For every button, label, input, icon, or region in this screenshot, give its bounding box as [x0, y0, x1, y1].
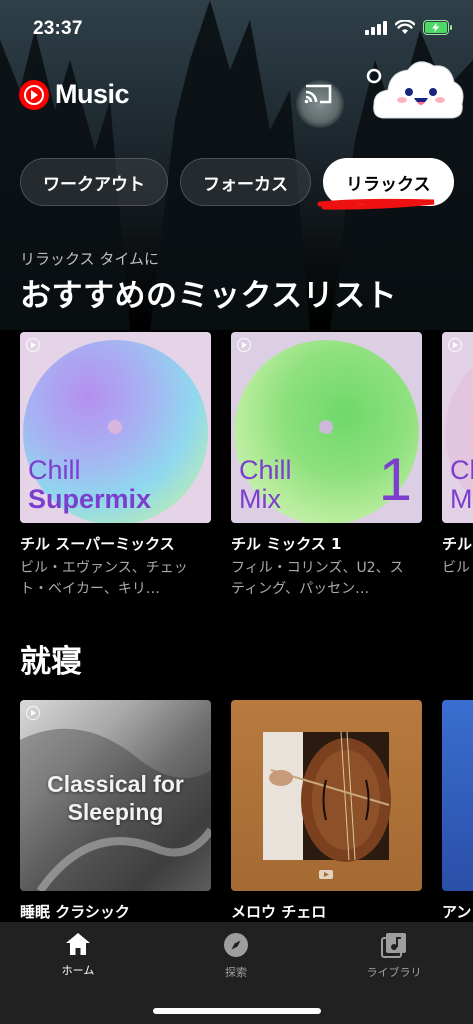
playlist-artwork: [442, 700, 473, 891]
wifi-icon: [395, 20, 415, 34]
mix-card[interactable]: Chill Mix 1 チル ミックス 1 フィル・コリンズ、U2、スティング、…: [231, 332, 422, 600]
chip-focus[interactable]: フォーカス: [180, 158, 311, 206]
chip-workout[interactable]: ワークアウト: [20, 158, 168, 206]
app-header: Music: [0, 61, 473, 130]
art-number: 1: [378, 446, 412, 513]
mix-artwork: Chill Mix 1: [231, 332, 422, 523]
nav-home[interactable]: ホーム: [18, 932, 138, 978]
mix-card[interactable]: Ch M チル ビル シカ: [442, 332, 473, 600]
art-line2: Mix: [239, 484, 281, 514]
mix-badge-icon: [448, 338, 462, 352]
playlist-artwork: Classical for Sleeping: [20, 700, 211, 891]
playlist-card[interactable]: アン: [442, 700, 473, 922]
cast-icon[interactable]: [303, 82, 333, 106]
cello-photo: [263, 731, 391, 879]
mix-card[interactable]: Chill Supermix チル スーパーミックス ビル・エヴァンス、チェット…: [20, 332, 211, 600]
card-title: 睡眠 クラシック: [20, 903, 130, 921]
card-title: チル: [442, 535, 473, 553]
home-indicator[interactable]: [153, 1008, 321, 1014]
mix-artwork: Chill Supermix: [20, 332, 211, 523]
playlist-artwork: [231, 700, 422, 891]
art-line1: Chill: [28, 455, 81, 485]
logo-play-icon: [19, 79, 49, 110]
nav-label: ホーム: [61, 964, 95, 977]
logo-text: Music: [55, 79, 130, 109]
playlist-card[interactable]: メロウ チェロ: [231, 700, 422, 922]
art-line2: M: [450, 484, 473, 514]
section-title: おすすめのミックスリスト: [20, 278, 398, 314]
red-underline-scribble: [317, 198, 435, 210]
card-subtitle: ビル シカ: [442, 560, 473, 576]
art-line1: Ch: [450, 455, 473, 485]
cloud-avatar-icon[interactable]: [366, 58, 466, 128]
signal-icon: [365, 20, 387, 35]
nav-explore[interactable]: 探索: [176, 932, 296, 980]
art-line1: Chill: [239, 455, 292, 485]
status-bar: 23:37: [0, 0, 473, 56]
card-subtitle: ビル・エヴァンス、チェット・ベイカー、キリ…: [20, 560, 188, 597]
nav-label: ライブラリ: [366, 966, 422, 979]
card-title: メロウ チェロ: [231, 903, 327, 921]
mix-badge-icon: [26, 706, 40, 720]
card-title: チル ミックス 1: [231, 535, 342, 553]
library-icon: [381, 933, 406, 958]
mix-artwork: Ch M: [442, 332, 473, 523]
youtube-music-logo[interactable]: Music: [19, 79, 130, 110]
card-title: アン: [442, 903, 472, 921]
mix-carousel[interactable]: Chill Supermix チル スーパーミックス ビル・エヴァンス、チェット…: [20, 332, 473, 602]
status-time: 23:37: [33, 18, 83, 39]
playlist-card[interactable]: Classical for Sleeping 睡眠 クラシック: [20, 700, 211, 922]
sleep-carousel[interactable]: Classical for Sleeping 睡眠 クラシック メロウ チェロ …: [20, 700, 473, 922]
compass-icon: [224, 933, 248, 957]
nav-library[interactable]: ライブラリ: [334, 932, 454, 980]
mix-badge-icon: [237, 338, 251, 352]
card-subtitle: フィル・コリンズ、U2、スティング、パッセン…: [231, 560, 404, 597]
section-subtitle: リラックス タイムに: [20, 250, 160, 268]
section-title-sleep: 就寝: [20, 644, 82, 680]
mix-badge-icon: [26, 338, 40, 352]
nav-label: 探索: [225, 966, 247, 979]
artwork-text: Classical for Sleeping: [47, 771, 184, 825]
home-icon: [66, 933, 90, 955]
art-line2: Supermix: [28, 484, 152, 514]
card-title: チル スーパーミックス: [20, 535, 175, 553]
battery-charging-icon: [423, 20, 452, 35]
